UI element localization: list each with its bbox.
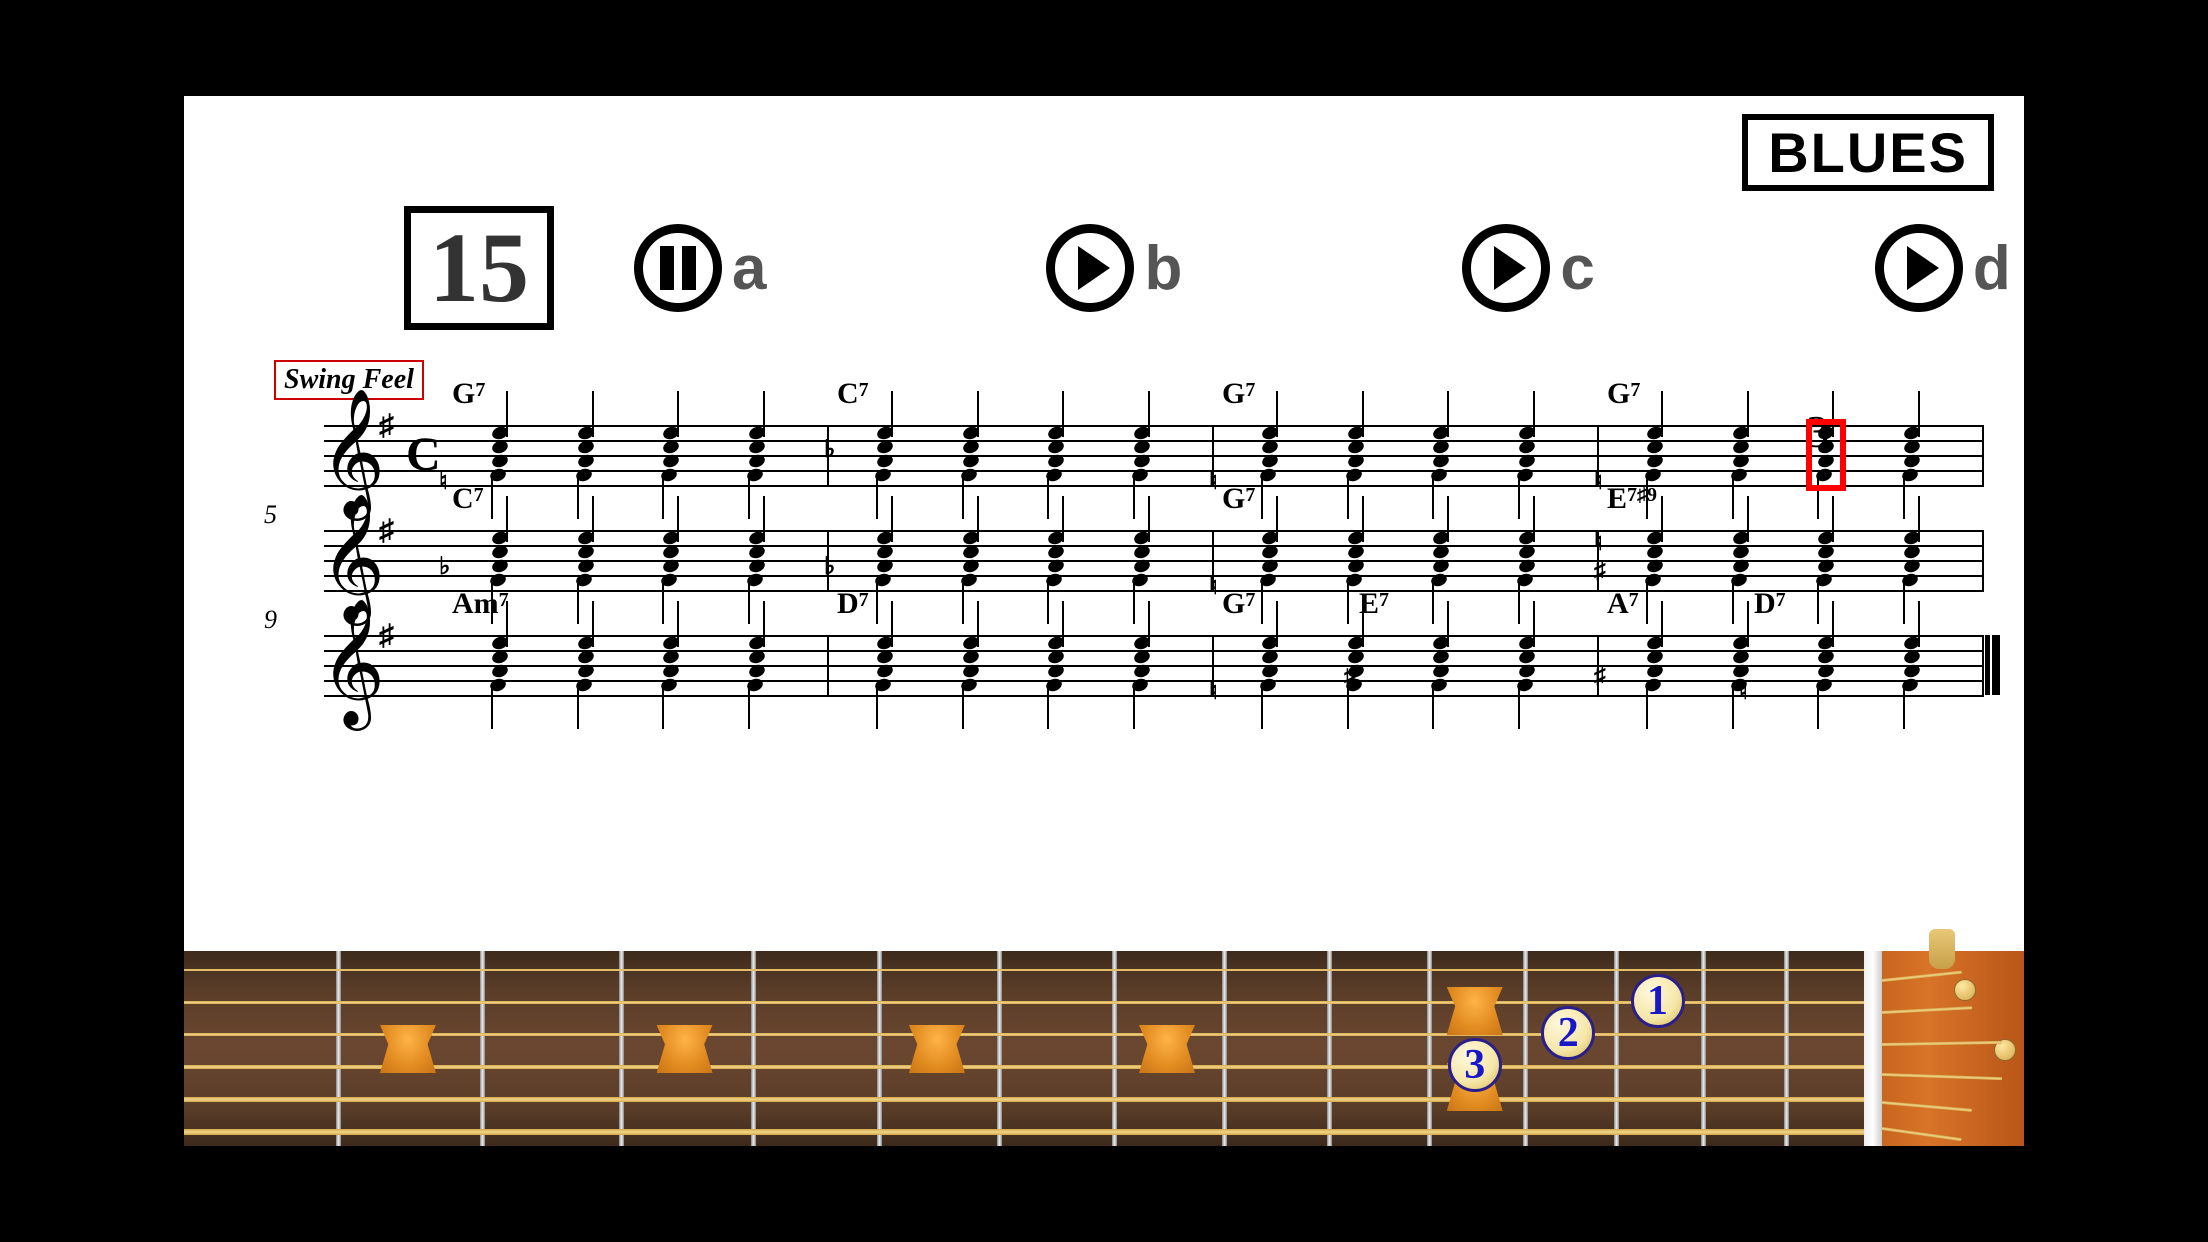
variant-d: d (1875, 224, 2011, 312)
fret (1427, 951, 1432, 1146)
playhead-highlight (1806, 419, 1846, 491)
string (184, 1065, 1864, 1069)
score: 3 𝄞♯CG7♮C7♭G7♮G7♮5𝄞♯C7♭♭G7♮E7♯9♯♮9𝄞♯Am7D… (224, 425, 1984, 695)
fret-inlay (657, 1025, 713, 1073)
variant-label: d (1973, 233, 2011, 304)
fret (1784, 951, 1789, 1146)
finger-marker-1: 1 (1631, 974, 1685, 1028)
key-signature: ♯ (379, 514, 394, 548)
chord-symbol: C7 (452, 482, 484, 516)
bar-number: 9 (264, 605, 277, 635)
header-controls: 15 abcd (404, 206, 1984, 330)
measure: G7♮ (1599, 425, 1984, 485)
sheet-music-panel: BLUES 15 abcd Swing Feel 3 𝄞♯CG7♮C7♭G7♮G… (184, 96, 2024, 951)
system-2: 5𝄞♯C7♭♭G7♮E7♯9♯♮ (264, 530, 1984, 590)
fret (1327, 951, 1332, 1146)
play-button-b[interactable] (1046, 224, 1134, 312)
accidental: ♯ (1594, 663, 1606, 690)
chord-symbol: G7 (1222, 482, 1255, 516)
treble-clef-icon: 𝄞 (320, 502, 385, 612)
accidental: ♮ (439, 467, 448, 496)
fret (751, 951, 756, 1146)
treble-clef-icon: 𝄞 (320, 397, 385, 507)
variant-a: a (634, 224, 766, 312)
measure: G7♮ (1214, 530, 1599, 590)
accidental: ♮ (1594, 467, 1603, 496)
variant-label: b (1144, 233, 1182, 304)
fret (877, 951, 882, 1146)
fret (1701, 951, 1706, 1146)
bar-number: 5 (264, 500, 277, 530)
accidental: ♮ (1209, 572, 1218, 601)
fret-inlay (909, 1025, 965, 1073)
fret (619, 951, 624, 1146)
measure: A7D7♯♮ (1599, 635, 1984, 695)
variant-label: a (732, 233, 766, 304)
fret (997, 951, 1002, 1146)
finger-marker-3: 3 (1448, 1038, 1502, 1092)
measure: G7♮ (444, 425, 829, 485)
string (184, 1001, 1864, 1004)
string (184, 1033, 1864, 1036)
key-signature: ♯ (379, 619, 394, 653)
chord-symbol: G7 (1222, 377, 1255, 411)
chord-symbol: G7 (1607, 377, 1640, 411)
measure: E7♯9♯♮ (1599, 530, 1984, 590)
time-signature: C (406, 427, 441, 482)
measure: ♭ (829, 530, 1214, 590)
exercise-number: 15 (404, 206, 554, 330)
measure: G7♮ (1214, 425, 1599, 485)
string (184, 1129, 1864, 1135)
accidental: ♭ (824, 552, 835, 581)
accidental: ♮ (1209, 467, 1218, 496)
treble-clef-icon: 𝄞 (320, 607, 385, 717)
pause-button-a[interactable] (634, 224, 722, 312)
measure: C7♭ (829, 425, 1214, 485)
fret (1112, 951, 1117, 1146)
fret-inlay (380, 1025, 436, 1073)
key-signature: ♯ (379, 409, 394, 443)
system-1: 𝄞♯CG7♮C7♭G7♮G7♮ (264, 425, 1984, 485)
measure: D7 (829, 635, 1214, 695)
accidental: ♭ (439, 552, 450, 581)
string (184, 969, 1864, 971)
chord-symbol: D7 (837, 587, 869, 621)
fret (480, 951, 485, 1146)
headstock (1864, 951, 2024, 1146)
chord-symbol: G7 (452, 377, 485, 411)
fret-inlay (1447, 987, 1503, 1035)
accidental: ♮ (1209, 677, 1218, 706)
fret (1222, 951, 1227, 1146)
chord-symbol: Am7 (452, 587, 509, 621)
play-button-c[interactable] (1462, 224, 1550, 312)
play-button-d[interactable] (1875, 224, 1963, 312)
variant-b: b (1046, 224, 1182, 312)
accidental: ♯ (1594, 558, 1606, 585)
system-3: 9𝄞♯Am7D7G7E7♮♯A7D7♯♮ (264, 635, 1984, 695)
string (184, 1097, 1864, 1102)
chord-symbol: A7 (1607, 587, 1639, 621)
fretboard: 123 (184, 951, 2024, 1146)
measure: C7♭ (444, 530, 829, 590)
fret (1523, 951, 1528, 1146)
measure: G7E7♮♯ (1214, 635, 1599, 695)
chord-symbol: C7 (837, 377, 869, 411)
chord-symbol: D7 (1754, 587, 1786, 621)
fret (1614, 951, 1619, 1146)
variant-c: c (1462, 224, 1594, 312)
accidental: ♮ (1594, 528, 1603, 557)
chord-symbol: E7♯9 (1607, 482, 1657, 516)
variant-label: c (1560, 233, 1594, 304)
style-label: BLUES (1742, 114, 1994, 191)
measure: Am7 (444, 635, 829, 695)
fret-inlay (1139, 1025, 1195, 1073)
finger-marker-2: 2 (1541, 1006, 1595, 1060)
accidental: ♭ (824, 435, 835, 464)
fret (336, 951, 341, 1146)
chord-symbol: G7 (1222, 587, 1255, 621)
